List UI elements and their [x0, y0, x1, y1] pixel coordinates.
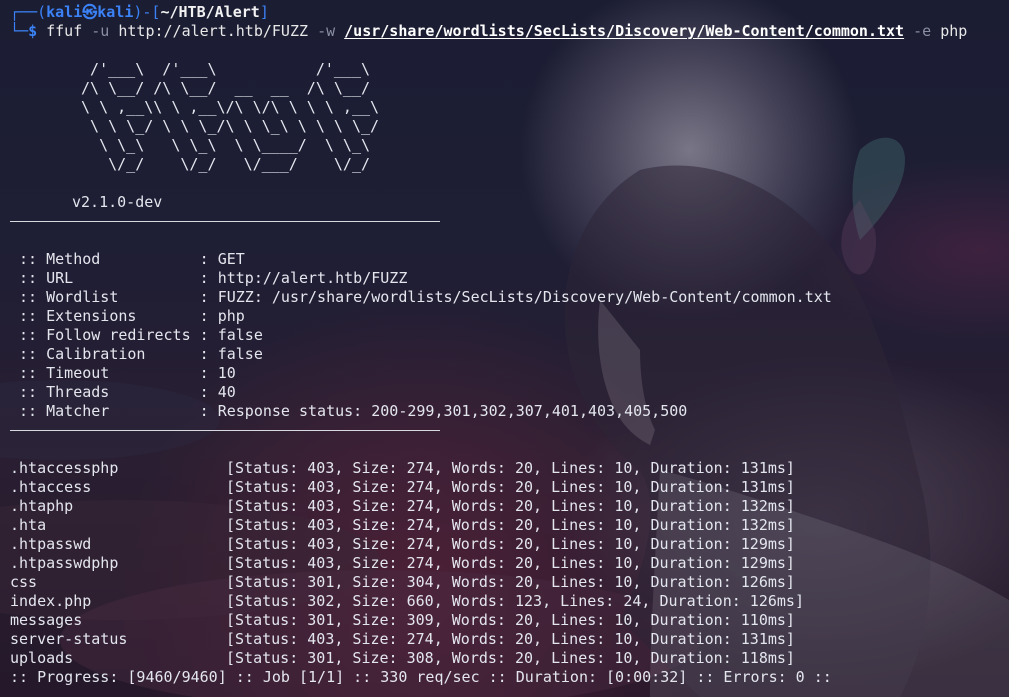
result-row: .htaccess [Status: 403, Size: 274, Words:…: [10, 478, 1009, 497]
result-path: server-status: [10, 630, 128, 648]
version-label: v2.1.0-dev: [72, 193, 163, 211]
prompt-corner-top: ┌──(: [10, 3, 47, 21]
banner-line: /\ \__/ /\ \__/ __ __ /\ \__/: [72, 79, 371, 97]
option-method: :: Method : GET: [10, 250, 245, 268]
command-flag-ext: -e: [913, 22, 932, 40]
result-path: .htpasswdphp: [10, 554, 119, 572]
option-matcher: :: Matcher : Response status: 200-299,30…: [10, 402, 688, 420]
command-line[interactable]: └─$ ffuf -u http://alert.htb/FUZZ -w /us…: [10, 22, 1009, 41]
banner-line: \ \ \_/ \ \ \_/\ \ \_\ \ \ \ \_/: [72, 117, 380, 135]
result-path: css: [10, 573, 38, 591]
result-path: messages: [10, 611, 83, 629]
result-path: .htaccess: [10, 478, 92, 496]
divider: [10, 430, 440, 431]
command-wordlist-path: /usr/share/wordlists/SecLists/Discovery/…: [344, 22, 905, 40]
prompt-corner-bottom: └─: [10, 22, 29, 40]
result-row: .htpasswdphp [Status: 403, Size: 274, Wor…: [10, 554, 1009, 573]
result-row: .hta [Status: 403, Size: 274, Words: 20, …: [10, 516, 1009, 535]
command-flag-url: -u: [91, 22, 110, 40]
result-path: uploads: [10, 649, 74, 667]
progress-status-line: :: Progress: [9460/9460] :: Job [1/1] ::…: [10, 668, 832, 686]
result-info: [Status: 403, Size: 274, Words: 20, Line…: [226, 497, 795, 515]
result-info: [Status: 403, Size: 274, Words: 20, Line…: [226, 554, 795, 572]
result-info: [Status: 403, Size: 274, Words: 20, Line…: [226, 516, 795, 534]
terminal-window[interactable]: ┌──(kali㉿kali)-[~/HTB/Alert] └─$ ffuf -u…: [0, 0, 1009, 697]
divider: [10, 221, 440, 222]
result-row: .htaphp [Status: 403, Size: 274, Words: 2…: [10, 497, 1009, 516]
result-row: server-status [Status: 403, Size: 274, Wo…: [10, 630, 1009, 649]
result-info: [Status: 403, Size: 274, Words: 20, Line…: [226, 478, 795, 496]
option-calibration: :: Calibration : false: [10, 345, 263, 363]
result-row: messages [Status: 301, Size: 309, Words: …: [10, 611, 1009, 630]
result-row: index.php [Status: 302, Size: 660, Words:…: [10, 592, 1009, 611]
option-url: :: URL : http://alert.htb/FUZZ: [10, 269, 408, 287]
result-row: css [Status: 301, Size: 304, Words: 20, L…: [10, 573, 1009, 592]
result-path: index.php: [10, 592, 92, 610]
result-row: uploads [Status: 301, Size: 308, Words: 2…: [10, 649, 1009, 668]
option-timeout: :: Timeout : 10: [10, 364, 236, 382]
option-threads: :: Threads : 40: [10, 383, 236, 401]
command-flag-wordlist: -w: [317, 22, 336, 40]
result-info: [Status: 403, Size: 274, Words: 20, Line…: [226, 630, 795, 648]
prompt-working-directory: ~/HTB/Alert: [160, 3, 260, 21]
result-info: [Status: 403, Size: 274, Words: 20, Line…: [226, 459, 795, 477]
prompt-user-host: kali㉿kali: [46, 3, 134, 21]
command-url-arg: http://alert.htb/FUZZ: [118, 22, 309, 40]
banner-line: \ \ ,__\\ \ ,__\/\ \/\ \ \ \ ,__\: [72, 98, 380, 116]
terminal-output: ┌──(kali㉿kali)-[~/HTB/Alert] └─$ ffuf -u…: [10, 3, 1009, 687]
banner-line: \/_/ \/_/ \/___/ \/_/: [72, 155, 371, 173]
prompt-bracket-end: ]: [259, 3, 269, 21]
result-info: [Status: 301, Size: 304, Words: 20, Line…: [226, 573, 795, 591]
banner-line: \ \_\ \ \_\ \ \____/ \ \_\: [72, 136, 371, 154]
result-path: .hta: [10, 516, 47, 534]
prompt-bracket: )-[: [133, 3, 161, 21]
result-info: [Status: 403, Size: 274, Words: 20, Line…: [226, 535, 795, 553]
option-wordlist: :: Wordlist : FUZZ: /usr/share/wordlists…: [10, 288, 832, 306]
result-info: [Status: 302, Size: 660, Words: 123, Lin…: [226, 592, 804, 610]
result-path: .htaccessphp: [10, 459, 119, 477]
result-row: .htpasswd [Status: 403, Size: 274, Words:…: [10, 535, 1009, 554]
result-path: .htpasswd: [10, 535, 92, 553]
result-row: .htaccessphp [Status: 403, Size: 274, Wor…: [10, 459, 1009, 478]
result-info: [Status: 301, Size: 308, Words: 20, Line…: [226, 649, 795, 667]
prompt-line: ┌──(kali㉿kali)-[~/HTB/Alert]: [10, 3, 1009, 22]
option-extensions: :: Extensions : php: [10, 307, 245, 325]
command-program: ffuf: [46, 22, 83, 40]
option-follow-redirects: :: Follow redirects : false: [10, 326, 263, 344]
prompt-dollar-sign: $: [28, 22, 38, 40]
banner-line: /'___\ /'___\ /'___\: [72, 60, 371, 78]
result-info: [Status: 301, Size: 309, Words: 20, Line…: [226, 611, 795, 629]
command-ext-arg: php: [940, 22, 968, 40]
result-path: .htaphp: [10, 497, 74, 515]
